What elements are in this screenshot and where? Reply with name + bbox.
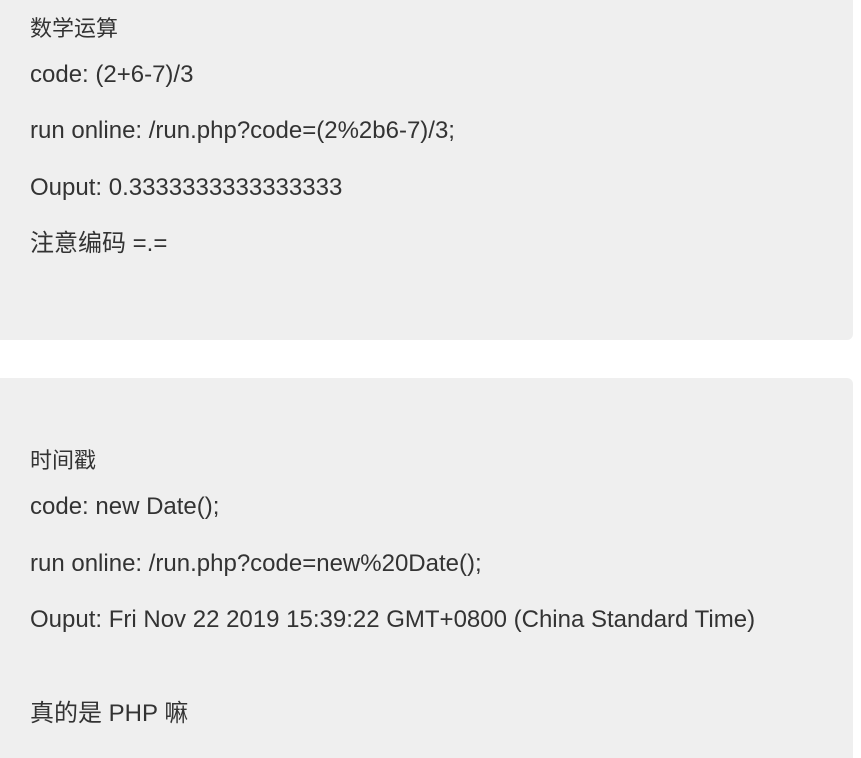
run-value: /run.php?code=new%20Date(); [148, 550, 482, 577]
card-title: 时间戳 [30, 448, 97, 473]
code-value: (2+6-7)/3 [95, 61, 194, 88]
code-value: new Date(); [95, 493, 220, 520]
output-value: 0.3333333333333333 [108, 174, 343, 201]
card-title: 数学运算 [30, 16, 119, 41]
example-card-timestamp: 时间戳 code: new Date(); run online: /run.p… [0, 378, 853, 758]
run-online-line: run online: /run.php?code=(2%2b6-7)/3; [30, 112, 455, 149]
output-value: Fri Nov 22 2019 15:39:22 GMT+0800 (China… [108, 606, 756, 633]
run-label: run online: [30, 550, 143, 577]
note-line: 真的是 PHP 嘛 [30, 700, 189, 727]
example-card-math: 数学运算 code: (2+6-7)/3 run online: /run.ph… [0, 0, 853, 340]
code-line: code: new Date(); [30, 488, 219, 525]
output-line: Ouput: Fri Nov 22 2019 15:39:22 GMT+0800… [30, 601, 790, 638]
run-label: run online: [30, 117, 143, 144]
output-label: Ouput: [30, 174, 103, 201]
code-label: code: [30, 61, 89, 88]
note-line: 注意编码 =.= [30, 230, 168, 257]
run-online-line: run online: /run.php?code=new%20Date(); [30, 545, 482, 582]
output-line: Ouput: 0.3333333333333333 [30, 169, 342, 206]
run-value: /run.php?code=(2%2b6-7)/3; [148, 117, 455, 144]
code-label: code: [30, 493, 89, 520]
code-line: code: (2+6-7)/3 [30, 56, 193, 93]
output-label: Ouput: [30, 606, 103, 633]
